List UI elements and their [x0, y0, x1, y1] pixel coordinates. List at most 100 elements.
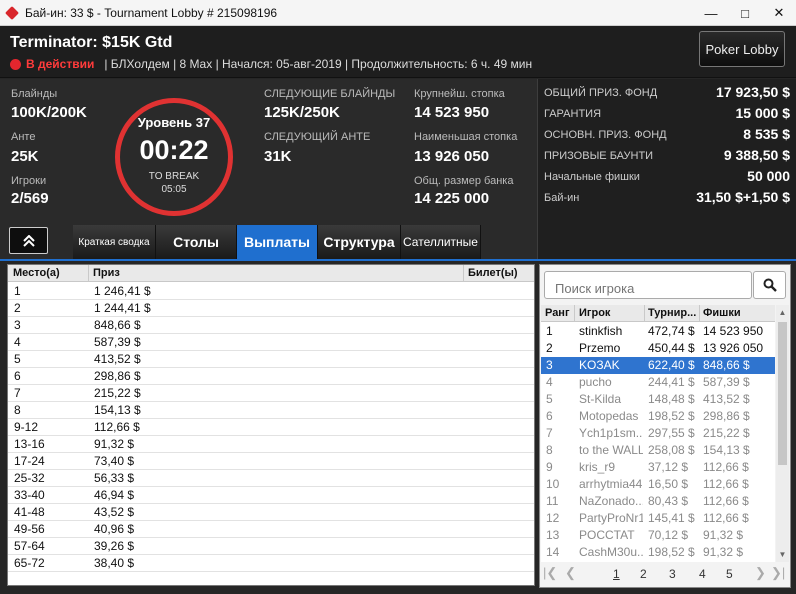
prize-row: ГАРАНТИЯ 15 000 $: [544, 104, 790, 124]
bank-size-label: Общ. размер банка: [414, 175, 514, 187]
player-name: CashM30u...: [579, 545, 643, 559]
next-page-icon[interactable]: ❯: [755, 565, 766, 581]
list-item[interactable]: 1 stinkfish 472,74 $ 14 523 950: [541, 323, 775, 340]
page-number[interactable]: 5: [726, 567, 733, 581]
list-item[interactable]: 11 NaZonado... 80,43 $ 112,66 $: [541, 493, 775, 510]
search-icon: [763, 278, 777, 292]
player-name: to the WALL: [579, 443, 643, 457]
player-rank: 13: [546, 528, 560, 542]
last-page-icon[interactable]: ❯|: [771, 565, 785, 581]
tab-structure[interactable]: Структура: [318, 225, 401, 259]
smallest-stack-value: 13 926 050: [414, 148, 490, 165]
player-name: arrhytmia44: [579, 477, 643, 491]
player-rank: 1: [546, 324, 553, 338]
payout-place: 57-64: [14, 539, 45, 553]
player-rank: 9: [546, 460, 553, 474]
player-tournament: 622,40 $: [648, 358, 695, 372]
status-badge: В действии: [26, 57, 95, 71]
list-item[interactable]: 3 KOЗAK 622,40 $ 848,66 $: [541, 357, 775, 374]
close-button[interactable]: ✕: [762, 0, 796, 26]
column-header-prize[interactable]: Приз: [93, 267, 120, 279]
tab-summary[interactable]: Краткая сводка: [73, 225, 156, 259]
prev-page-icon[interactable]: ❮: [565, 565, 576, 581]
column-header-player[interactable]: Игрок: [579, 307, 641, 319]
column-header-tournament[interactable]: Турнир...: [648, 307, 698, 319]
players-scrollbar[interactable]: ▲ ▼: [776, 305, 789, 562]
player-tournament: 70,12 $: [648, 528, 689, 542]
blinds-label: Блайнды: [11, 88, 58, 100]
player-tournament: 198,52 $: [648, 409, 695, 423]
table-row: 13-16 91,32 $: [8, 436, 534, 453]
page-number[interactable]: 3: [669, 567, 676, 581]
player-tournament: 37,12 $: [648, 460, 689, 474]
column-header-chips[interactable]: Фишки: [703, 307, 773, 319]
list-item[interactable]: 12 PartyProNr1 145,41 $ 112,66 $: [541, 510, 775, 527]
payout-prize: 43,52 $: [94, 505, 135, 519]
page-number[interactable]: 1: [613, 567, 620, 581]
search-button[interactable]: [753, 271, 786, 299]
payout-prize: 848,66 $: [94, 318, 141, 332]
maximize-button[interactable]: □: [728, 0, 762, 26]
player-search-input[interactable]: [544, 271, 752, 299]
list-item[interactable]: 4 pucho 244,41 $ 587,39 $: [541, 374, 775, 391]
level-clock: Уровень 37 00:22 TO BREAK 05:05: [115, 98, 233, 216]
player-name: St-Kilda: [579, 392, 622, 406]
tab-underline: [0, 259, 796, 261]
table-row: 8 154,13 $: [8, 402, 534, 419]
table-row: 7 215,22 $: [8, 385, 534, 402]
player-rank: 5: [546, 392, 553, 406]
collapse-button[interactable]: [9, 227, 48, 254]
player-name: NaZonado...: [579, 494, 643, 508]
scrollbar-thumb[interactable]: [778, 322, 787, 465]
table-row: 25-32 56,33 $: [8, 470, 534, 487]
first-page-icon[interactable]: |❮: [543, 565, 557, 581]
minimize-button[interactable]: —: [694, 0, 728, 26]
prize-row-label: ПРИЗОВЫЕ БАУНТИ: [544, 150, 654, 162]
tab-payouts[interactable]: Выплаты: [237, 225, 318, 259]
prize-row-value: 15 000 $: [735, 105, 791, 121]
list-item[interactable]: 9 kris_r9 37,12 $ 112,66 $: [541, 459, 775, 476]
table-row: 41-48 43,52 $: [8, 504, 534, 521]
list-item[interactable]: 8 to the WALL 258,08 $ 154,13 $: [541, 442, 775, 459]
largest-stack-label: Крупнейш. стопка: [414, 88, 505, 100]
player-name: PartyProNr1: [579, 511, 643, 525]
player-name: kris_r9: [579, 460, 616, 474]
player-chips: 215,22 $: [703, 426, 750, 440]
payout-prize: 38,40 $: [94, 556, 135, 570]
player-chips: 112,66 $: [703, 477, 749, 491]
table-row: 4 587,39 $: [8, 334, 534, 351]
scroll-down-icon[interactable]: ▼: [776, 549, 789, 561]
players-table-header: Ранг Игрок Турнир... Фишки: [541, 305, 775, 322]
double-chevron-up-icon: [22, 234, 35, 247]
tab-tables[interactable]: Столы: [156, 225, 237, 259]
page-number[interactable]: 2: [640, 567, 647, 581]
list-item[interactable]: 5 St-Kilda 148,48 $ 413,52 $: [541, 391, 775, 408]
list-item[interactable]: 10 arrhytmia44 16,50 $ 112,66 $: [541, 476, 775, 493]
player-rank: 11: [546, 494, 559, 508]
column-header-place[interactable]: Место(а): [13, 267, 60, 279]
poker-lobby-button[interactable]: Poker Lobby: [699, 31, 785, 67]
list-item[interactable]: 2 Przemo 450,44 $ 13 926 050: [541, 340, 775, 357]
payouts-table-header: Место(а) Приз Билет(ы): [8, 265, 534, 282]
list-item[interactable]: 14 CashM30u... 198,52 $ 91,32 $: [541, 544, 775, 561]
list-item[interactable]: 7 Ych1p1sm... 297,55 $ 215,22 $: [541, 425, 775, 442]
column-header-rank[interactable]: Ранг: [545, 307, 575, 319]
list-item[interactable]: 6 Motopedas 198,52 $ 298,86 $: [541, 408, 775, 425]
player-chips: 154,13 $: [703, 443, 750, 457]
column-header-tickets[interactable]: Билет(ы): [468, 267, 518, 279]
blinds-value: 100K/200K: [11, 104, 87, 121]
payout-prize: 56,33 $: [94, 471, 135, 485]
prize-row-label: ОБЩИЙ ПРИЗ. ФОНД: [544, 87, 658, 99]
list-item[interactable]: 13 POCCTAT 70,12 $ 91,32 $: [541, 527, 775, 544]
payout-prize: 154,13 $: [94, 403, 141, 417]
smallest-stack-label: Наименьшая стопка: [414, 131, 518, 143]
payout-prize: 587,39 $: [94, 335, 141, 349]
bank-size-value: 14 225 000: [414, 190, 490, 207]
tab-satellites[interactable]: Сателлитные: [401, 225, 481, 259]
payout-place: 2: [14, 301, 21, 315]
page-number[interactable]: 4: [699, 567, 706, 581]
players-label: Игроки: [11, 175, 47, 187]
window-title: Бай-ин: 33 $ - Tournament Lobby # 215098…: [25, 5, 278, 20]
player-tournament: 244,41 $: [648, 375, 695, 389]
scroll-up-icon[interactable]: ▲: [776, 307, 789, 319]
